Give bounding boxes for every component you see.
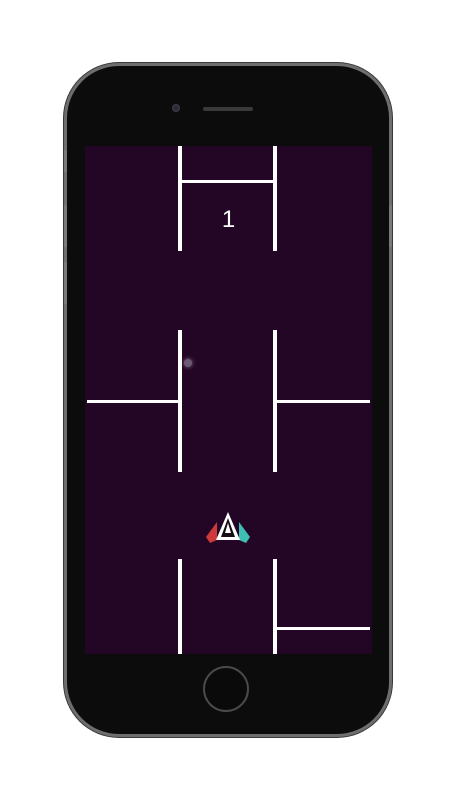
wall-top-right-post [273,146,277,251]
score-counter: 1 [221,206,236,233]
game-screen[interactable]: 1 [85,146,372,654]
home-button[interactable] [203,666,249,712]
orb-icon [184,359,192,367]
front-camera [172,104,180,112]
wall-bottom-right-arm [275,627,370,630]
volume-up-button [64,205,67,247]
wall-middle-right-arm [275,400,370,403]
volume-down-button [64,262,67,304]
wall-bottom-right-post [273,559,277,654]
wall-top-left-post [178,146,182,251]
wall-top-crossbar [178,180,277,183]
spaceship-icon[interactable] [205,510,251,546]
silent-switch [64,150,67,172]
earpiece-speaker [203,107,253,111]
power-button [389,205,392,247]
wall-middle-left-arm [87,400,180,403]
wall-bottom-left-post [178,559,182,654]
